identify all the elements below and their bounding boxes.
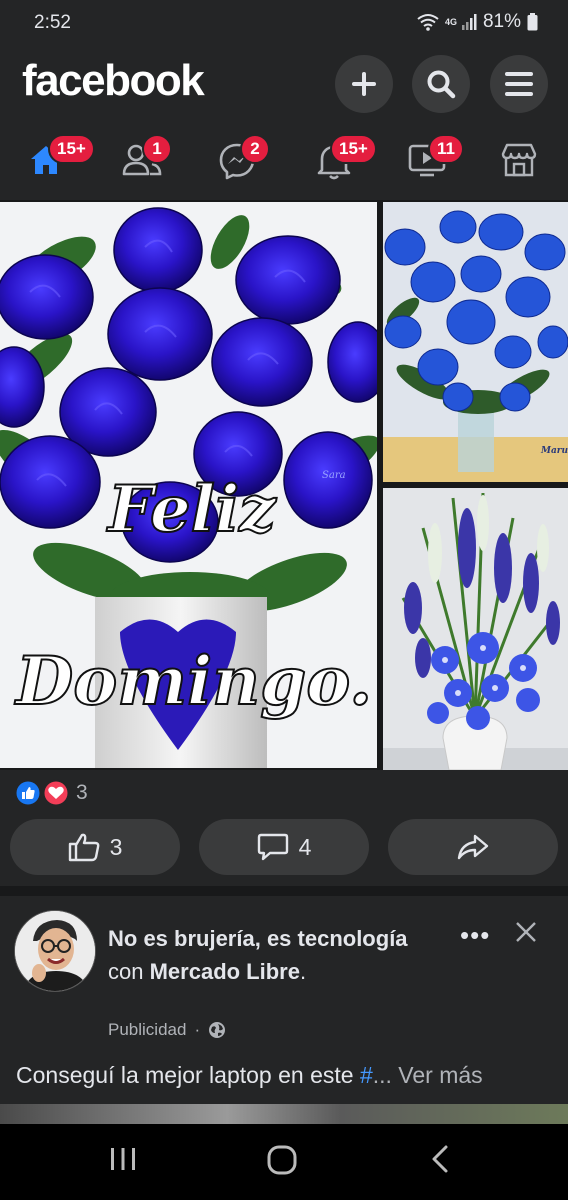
facebook-logo[interactable]: facebook	[22, 56, 205, 106]
advertiser-avatar[interactable]	[14, 910, 96, 992]
tab-messenger[interactable]: 2	[214, 134, 270, 184]
wifi-icon	[417, 14, 439, 31]
ad-title-connector: con	[108, 959, 150, 984]
app-header: facebook	[0, 46, 568, 120]
network-type: 4G	[444, 16, 457, 27]
post-photos: Feliz Domingo. Sara Maru	[0, 202, 568, 770]
status-icons: 4G 81%	[417, 11, 538, 33]
ad-text: Conseguí la mejor laptop en este #... Ve…	[16, 1062, 483, 1089]
post-actions: 3 4	[0, 814, 568, 886]
ad-title-end: .	[299, 959, 307, 984]
ad-text-body: Conseguí la mejor laptop en este	[16, 1062, 360, 1088]
like-love-reaction-icons	[14, 779, 70, 807]
sponsored-post: No es brujería, es tecnología con Mercad…	[0, 896, 568, 1124]
notifications-badge: 15+	[330, 134, 377, 164]
messenger-badge: 2	[240, 134, 270, 164]
sponsored-label: Publicidad	[108, 1020, 187, 1039]
share-icon	[457, 834, 489, 860]
post-photo-main[interactable]: Feliz Domingo. Sara	[0, 202, 377, 768]
create-button[interactable]	[335, 55, 393, 113]
thumbs-up-icon	[68, 833, 99, 862]
comment-count: 4	[298, 833, 312, 860]
watermark-maru: Maru	[541, 446, 568, 456]
status-bar: 2:52 4G 81%	[0, 0, 568, 46]
blue-flowers-vase-image	[383, 488, 568, 770]
search-icon	[427, 70, 456, 99]
post-photo-2[interactable]: Maru	[383, 202, 568, 482]
globe-icon	[209, 1022, 226, 1038]
share-button[interactable]	[388, 819, 558, 875]
comment-icon	[257, 833, 288, 861]
home-badge: 15+	[48, 134, 95, 164]
blue-bouquet-image	[383, 202, 568, 482]
ad-meta: Publicidad ·	[108, 1020, 226, 1040]
reaction-count: 3	[76, 781, 88, 804]
recent-apps-icon[interactable]	[108, 1144, 138, 1174]
menu-button[interactable]	[490, 55, 548, 113]
tab-friends[interactable]: 1	[118, 134, 172, 184]
meta-dot: ·	[194, 1020, 201, 1039]
friends-badge: 1	[142, 134, 172, 164]
tab-notifications[interactable]: 15+	[312, 134, 377, 184]
close-icon[interactable]	[512, 918, 540, 946]
tab-video[interactable]: 11	[404, 134, 464, 184]
marketplace-icon	[501, 143, 537, 177]
search-button[interactable]	[412, 55, 470, 113]
feed-separator	[0, 886, 568, 896]
system-navigation-bar	[0, 1124, 568, 1200]
ad-image-preview[interactable]	[0, 1104, 568, 1124]
home-nav-icon[interactable]	[266, 1144, 298, 1176]
status-time: 2:52	[34, 12, 71, 33]
battery-percent: 81%	[482, 11, 521, 32]
like-button[interactable]: 3	[10, 819, 180, 875]
video-badge: 11	[428, 134, 464, 164]
person-avatar-image	[15, 911, 95, 991]
see-more-link[interactable]: ... Ver más	[373, 1062, 483, 1088]
comment-button[interactable]: 4	[199, 819, 369, 875]
tab-bar: 15+ 1 2 15+ 11	[0, 120, 568, 200]
ad-title-part1: No es brujería, es tecnología	[108, 926, 408, 951]
overlay-text-domingo: Domingo.	[15, 641, 373, 721]
signal-icon	[461, 14, 477, 30]
ad-hashtag[interactable]: #	[360, 1062, 373, 1088]
advertiser-title[interactable]: No es brujería, es tecnología con Mercad…	[108, 922, 428, 988]
hamburger-icon	[505, 72, 533, 96]
battery-icon	[527, 13, 538, 31]
more-options-button[interactable]: •••	[460, 920, 490, 951]
post-photo-3[interactable]	[383, 488, 568, 770]
overlay-text-feliz: Feliz	[107, 471, 277, 548]
like-count: 3	[109, 833, 123, 860]
tab-home[interactable]: 15+	[24, 134, 95, 184]
reactions-summary[interactable]: 3	[0, 770, 568, 814]
watermark-sara: Sara	[322, 470, 346, 481]
ad-title-part2: Mercado Libre	[149, 959, 300, 984]
plus-icon	[352, 72, 376, 96]
tab-marketplace[interactable]	[496, 134, 546, 184]
back-icon[interactable]	[426, 1144, 456, 1174]
